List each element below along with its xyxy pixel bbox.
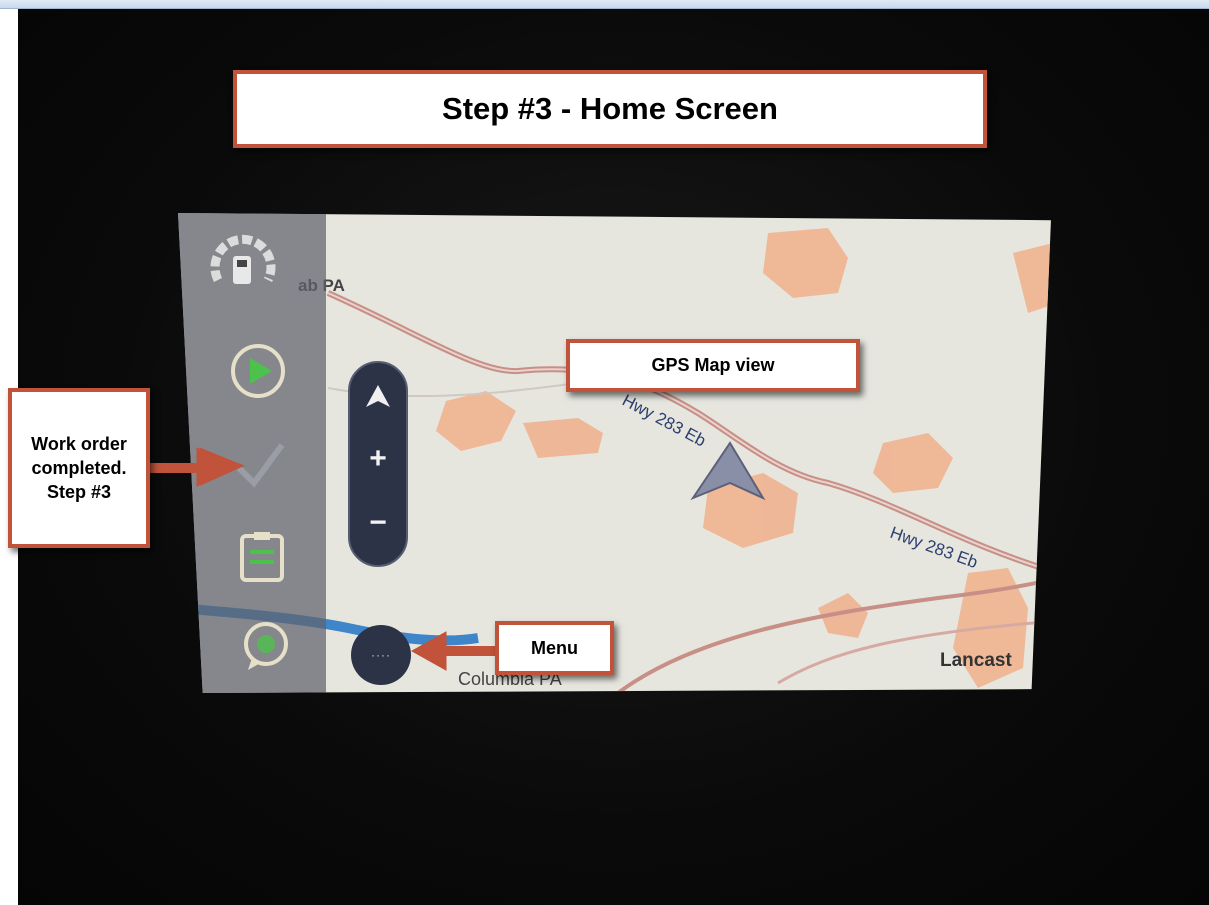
menu-callout: Menu	[495, 621, 614, 675]
arrow-to-menu-head	[410, 631, 447, 671]
work-order-callout: Work order completed. Step #3	[8, 388, 150, 548]
gps-map-view-callout: GPS Map view	[566, 339, 860, 392]
menu-callout-text: Menu	[531, 637, 578, 658]
work-order-line-2: completed.	[31, 458, 127, 478]
gps-map-view-text: GPS Map view	[651, 355, 775, 375]
annotation-arrows	[150, 447, 497, 671]
work-order-line-3: Step #3	[46, 482, 112, 502]
work-order-line-1: Work order	[31, 434, 127, 454]
arrow-to-checkmark-head	[196, 447, 236, 487]
